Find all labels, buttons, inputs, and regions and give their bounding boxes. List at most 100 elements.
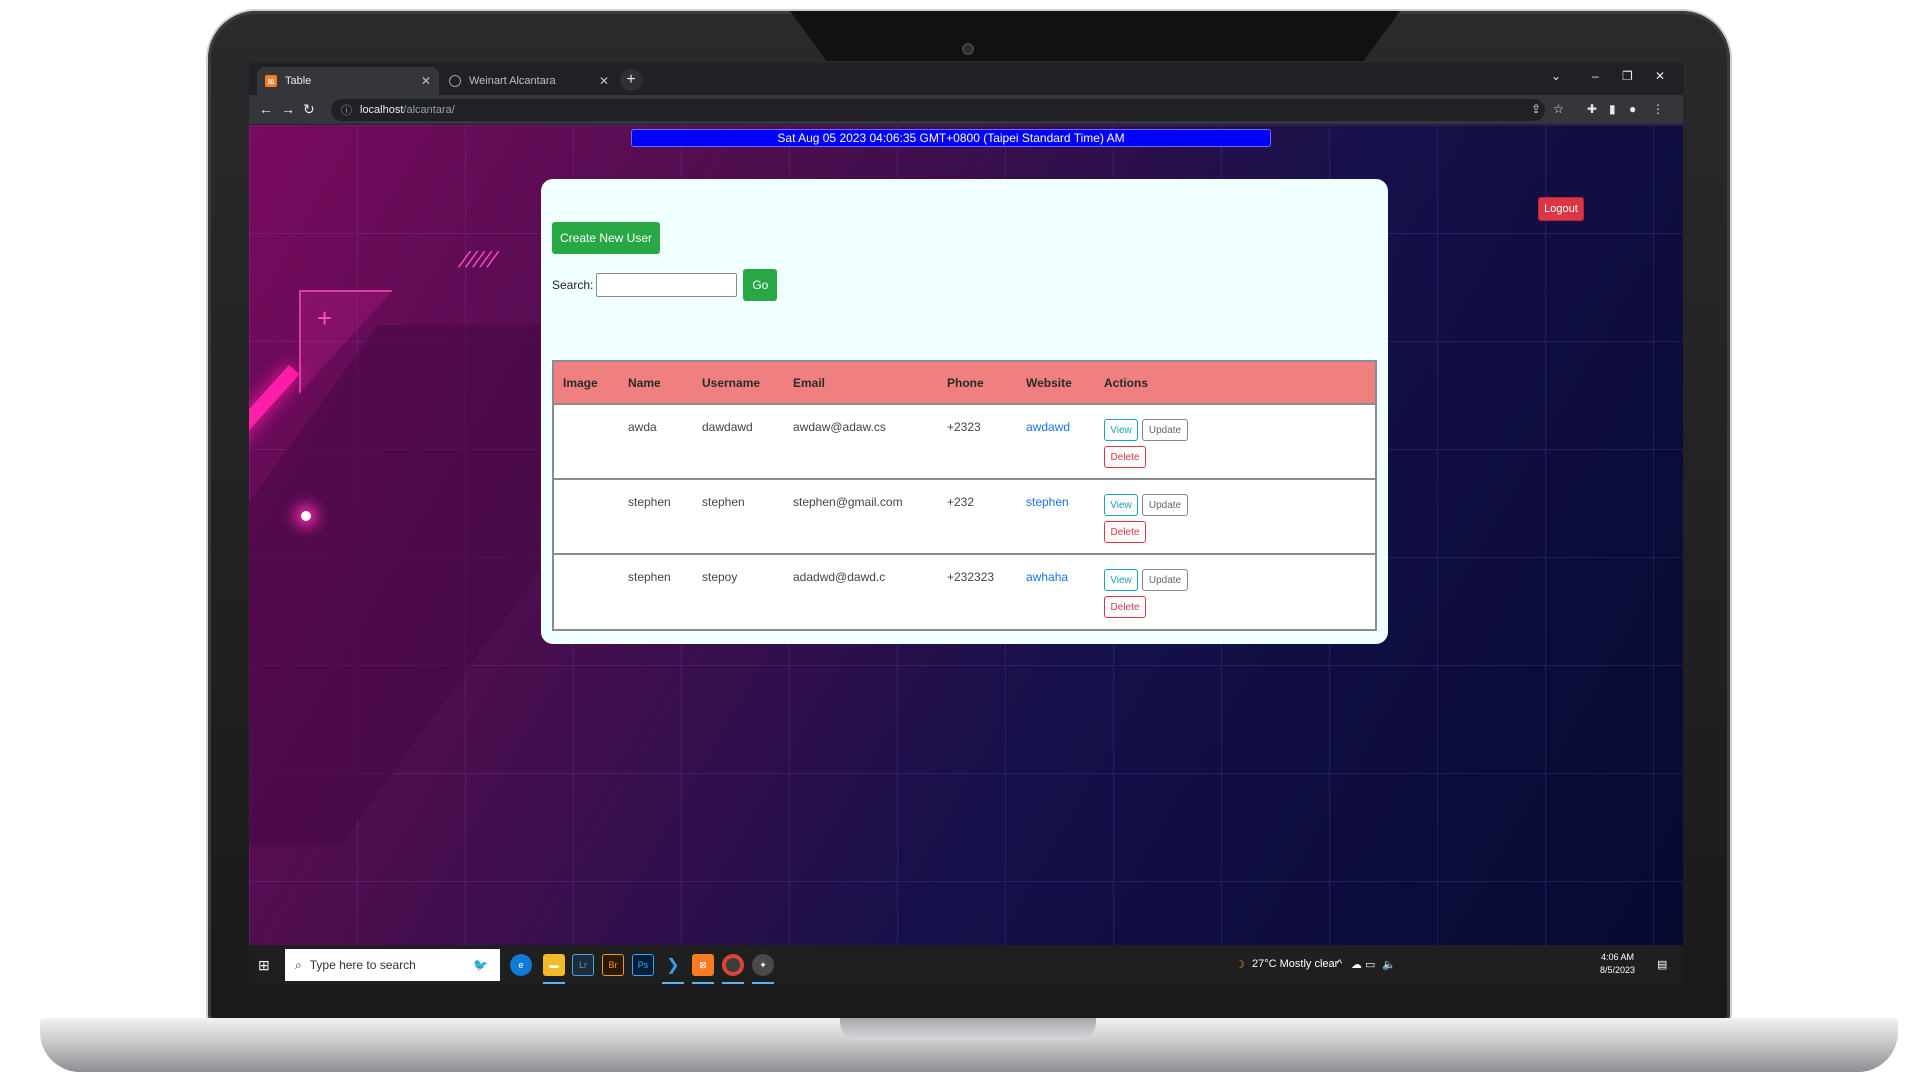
bridge-icon[interactable]: Br xyxy=(602,954,624,976)
update-button[interactable]: Update xyxy=(1142,419,1188,441)
cloud-icon[interactable]: ☁ xyxy=(1351,958,1362,971)
view-button[interactable]: View xyxy=(1104,494,1138,516)
website-link[interactable]: awhaha xyxy=(1026,570,1068,584)
vscode-icon[interactable]: ❯ xyxy=(662,954,684,976)
cell-username: stephen xyxy=(702,495,745,509)
file-explorer-icon[interactable]: ▬ xyxy=(543,954,565,976)
taskbar-search-input[interactable]: ⌕ Type here to search 🐦 xyxy=(285,949,500,981)
delete-button[interactable]: Delete xyxy=(1104,521,1146,543)
close-window-icon[interactable]: ✕ xyxy=(1655,69,1665,83)
users-panel: Create New User Search: Go Image Name Us… xyxy=(541,179,1388,644)
header-actions: Actions xyxy=(1104,375,1149,390)
cell-actions: View Update Delete xyxy=(1095,479,1375,554)
tab-search-icon[interactable]: ⌄ xyxy=(1551,69,1561,83)
active-indicator xyxy=(692,982,714,984)
bezel-notch xyxy=(790,11,1400,61)
go-button[interactable]: Go xyxy=(743,269,778,301)
header-website: Website xyxy=(1026,375,1072,390)
update-button[interactable]: Update xyxy=(1142,494,1188,516)
address-bar-row: ← → ↻ ⓘ localhost/alcantara/ ⇪ ☆ ✚ ▮ ● ⋮ xyxy=(249,95,1683,125)
back-icon[interactable]: ← xyxy=(259,101,273,117)
sidepanel-icon[interactable]: ▮ xyxy=(1609,102,1616,116)
weather-moon-icon: ☽ xyxy=(1235,959,1245,971)
share-icon[interactable]: ⇪ xyxy=(1531,102,1541,116)
cell-username: stepoy xyxy=(702,570,738,584)
update-button[interactable]: Update xyxy=(1142,569,1188,591)
cell-email: adadwd@dawd.c xyxy=(793,570,886,584)
url-host: localhost xyxy=(360,104,404,116)
bird-illustration-icon: 🐦 xyxy=(473,958,488,972)
cell-image xyxy=(554,479,619,554)
cell-phone: +232 xyxy=(947,495,975,509)
header-phone: Phone xyxy=(947,375,984,390)
chrome-icon[interactable] xyxy=(722,954,744,976)
weather-text[interactable]: 27°C Mostly clear xyxy=(1252,958,1338,970)
close-tab-icon[interactable]: ✕ xyxy=(421,74,431,88)
close-tab-icon[interactable]: ✕ xyxy=(599,74,609,88)
website-link[interactable]: stephen xyxy=(1026,495,1069,509)
active-indicator xyxy=(722,982,744,984)
url-input[interactable]: ⓘ localhost/alcantara/ xyxy=(331,99,1545,121)
app-icon[interactable]: ✦ xyxy=(752,954,774,976)
taskbar-search-placeholder: Type here to search xyxy=(309,958,416,972)
restore-icon[interactable]: ❐ xyxy=(1622,69,1633,83)
windows-start-icon[interactable]: ⊞ xyxy=(258,957,270,974)
delete-button[interactable]: Delete xyxy=(1104,446,1146,468)
clock-time: 4:06 AM xyxy=(1601,952,1635,962)
cell-website: stephen xyxy=(1017,479,1095,554)
header-image: Image xyxy=(563,375,598,390)
header-email: Email xyxy=(793,375,826,390)
new-tab-icon[interactable]: + xyxy=(620,69,642,91)
cell-image xyxy=(554,404,619,479)
tray-chevron-icon[interactable]: ^ xyxy=(1337,958,1342,970)
search-input[interactable] xyxy=(596,273,738,297)
lightroom-icon[interactable]: Lr xyxy=(572,954,594,976)
cell-name: awda xyxy=(628,420,657,434)
website-link[interactable]: awdawd xyxy=(1026,420,1070,434)
delete-button[interactable]: Delete xyxy=(1104,596,1146,618)
logout-button[interactable]: Logout xyxy=(1538,197,1584,221)
create-user-button[interactable]: Create New User xyxy=(552,222,660,254)
datetime-banner: Sat Aug 05 2023 04:06:35 GMT+0800 (Taipe… xyxy=(631,129,1271,147)
cell-email: awdaw@adaw.cs xyxy=(793,420,886,434)
xampp-icon[interactable]: ⊠ xyxy=(692,954,714,976)
cell-actions: View Update Delete xyxy=(1095,404,1375,479)
tab-table[interactable]: ⊠ Table ✕ xyxy=(257,67,439,95)
base-notch xyxy=(840,1018,1096,1040)
cell-email: stephen@gmail.com xyxy=(793,495,903,509)
photoshop-icon[interactable]: Ps xyxy=(632,954,654,976)
network-icon[interactable]: ▭ xyxy=(1365,958,1375,971)
volume-icon[interactable]: 🔈 xyxy=(1382,958,1396,971)
clock-date: 8/5/2023 xyxy=(1600,965,1636,975)
glow-dot xyxy=(301,511,311,521)
windows-taskbar: ⊞ ⌕ Type here to search 🐦 e ▬ Lr Br Ps ❯… xyxy=(249,945,1683,985)
edge-icon[interactable]: e xyxy=(510,954,532,976)
extensions-icon[interactable]: ✚ xyxy=(1587,102,1597,116)
notifications-icon[interactable]: ▤ xyxy=(1657,958,1667,971)
taskbar-clock[interactable]: 4:06 AM 8/5/2023 xyxy=(1600,951,1635,977)
search-icon: ⌕ xyxy=(295,957,302,972)
cell-username: dawdawd xyxy=(702,420,753,434)
info-icon: ⓘ xyxy=(341,105,352,117)
tab-weinart[interactable]: Weinart Alcantara ✕ xyxy=(441,67,617,95)
view-button[interactable]: View xyxy=(1104,419,1138,441)
view-button[interactable]: View xyxy=(1104,569,1138,591)
search-row: Search: Go xyxy=(552,269,778,301)
bookmark-star-icon[interactable]: ☆ xyxy=(1553,102,1564,116)
cell-name: stephen xyxy=(628,570,671,584)
profile-avatar[interactable]: ● xyxy=(1629,102,1636,116)
xampp-favicon-icon: ⊠ xyxy=(265,75,277,87)
cell-website: awdawd xyxy=(1017,404,1095,479)
forward-icon[interactable]: → xyxy=(281,101,295,117)
header-username: Username xyxy=(702,375,761,390)
cell-phone: +2323 xyxy=(947,420,981,434)
url-path: /alcantara/ xyxy=(403,104,455,116)
tab-title: Weinart Alcantara xyxy=(469,75,556,87)
reload-icon[interactable]: ↻ xyxy=(303,101,315,118)
menu-kebab-icon[interactable]: ⋮ xyxy=(1652,102,1664,116)
search-label: Search: xyxy=(552,278,594,292)
page-viewport: + ///// Sat Aug 05 2023 04:06:35 GMT+080… xyxy=(249,125,1683,945)
minimize-icon[interactable]: – xyxy=(1592,69,1599,83)
cell-name: stephen xyxy=(628,495,671,509)
cell-website: awhaha xyxy=(1017,554,1095,629)
